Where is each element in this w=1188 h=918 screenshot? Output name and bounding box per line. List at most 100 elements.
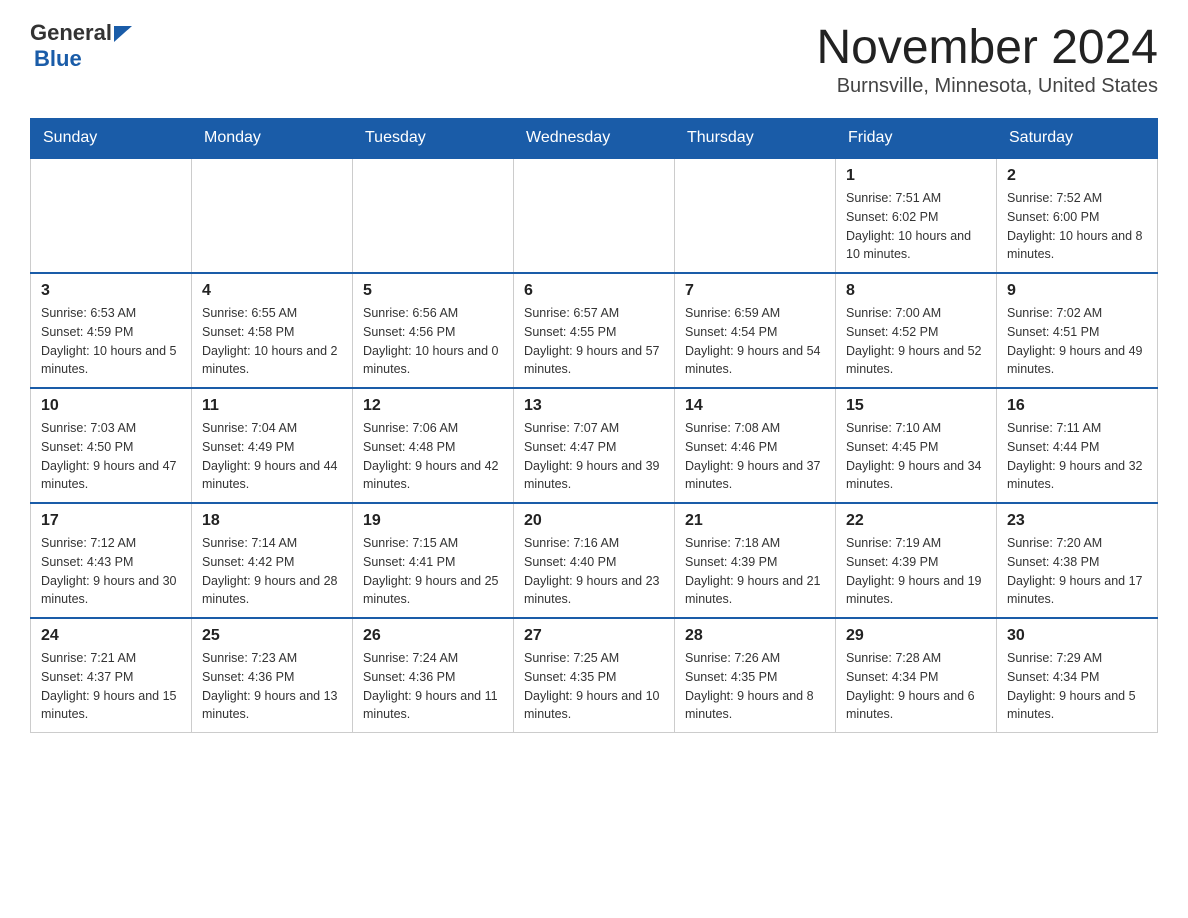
day-info: Sunrise: 6:57 AMSunset: 4:55 PMDaylight:… xyxy=(524,304,664,379)
calendar-day-cell: 16Sunrise: 7:11 AMSunset: 4:44 PMDayligh… xyxy=(997,388,1158,503)
day-info: Sunrise: 7:24 AMSunset: 4:36 PMDaylight:… xyxy=(363,649,503,724)
calendar-day-cell: 7Sunrise: 6:59 AMSunset: 4:54 PMDaylight… xyxy=(675,273,836,388)
calendar-day-cell: 11Sunrise: 7:04 AMSunset: 4:49 PMDayligh… xyxy=(192,388,353,503)
day-number: 29 xyxy=(846,627,986,645)
calendar-header-row: Sunday Monday Tuesday Wednesday Thursday… xyxy=(31,119,1158,159)
calendar-day-cell: 30 Sunrise: 7:29 AMSunset: 4:34 PMDayligh… xyxy=(997,618,1158,733)
calendar-day-cell: 22 Sunrise: 7:19 AMSunset: 4:39 PMDayligh… xyxy=(836,503,997,618)
day-info: Sunrise: 7:11 AMSunset: 4:44 PMDaylight:… xyxy=(1007,419,1147,494)
calendar-day-cell: 4Sunrise: 6:55 AMSunset: 4:58 PMDaylight… xyxy=(192,273,353,388)
calendar-day-cell: 20 Sunrise: 7:16 AMSunset: 4:40 PMDayligh… xyxy=(514,503,675,618)
header-monday: Monday xyxy=(192,119,353,159)
calendar-day-cell: 26 Sunrise: 7:24 AMSunset: 4:36 PMDayligh… xyxy=(353,618,514,733)
day-info: Sunrise: 7:29 AMSunset: 4:34 PMDaylight:… xyxy=(1007,649,1147,724)
day-number: 1 xyxy=(846,167,986,185)
calendar-day-cell: 19 Sunrise: 7:15 AMSunset: 4:41 PMDayligh… xyxy=(353,503,514,618)
day-number: 30 xyxy=(1007,627,1147,645)
header-thursday: Thursday xyxy=(675,119,836,159)
day-info: Sunrise: 7:25 AMSunset: 4:35 PMDaylight:… xyxy=(524,649,664,724)
day-number: 10 xyxy=(41,397,181,415)
calendar-week-row: 17Sunrise: 7:12 AMSunset: 4:43 PMDayligh… xyxy=(31,503,1158,618)
day-info: Sunrise: 7:03 AMSunset: 4:50 PMDaylight:… xyxy=(41,419,181,494)
day-info: Sunrise: 7:07 AMSunset: 4:47 PMDaylight:… xyxy=(524,419,664,494)
calendar-day-cell: 12 Sunrise: 7:06 AMSunset: 4:48 PMDayligh… xyxy=(353,388,514,503)
calendar-day-cell: 1 Sunrise: 7:51 AMSunset: 6:02 PMDaylight… xyxy=(836,158,997,273)
day-number: 18 xyxy=(202,512,342,530)
header-tuesday: Tuesday xyxy=(353,119,514,159)
calendar-week-row: 1 Sunrise: 7:51 AMSunset: 6:02 PMDaylight… xyxy=(31,158,1158,273)
day-info: Sunrise: 7:14 AMSunset: 4:42 PMDaylight:… xyxy=(202,534,342,609)
calendar-table: Sunday Monday Tuesday Wednesday Thursday… xyxy=(30,118,1158,733)
calendar-day-cell: 9 Sunrise: 7:02 AMSunset: 4:51 PMDaylight… xyxy=(997,273,1158,388)
logo: General Blue xyxy=(30,20,138,72)
day-info: Sunrise: 7:00 AMSunset: 4:52 PMDaylight:… xyxy=(846,304,986,379)
calendar-day-cell: 14Sunrise: 7:08 AMSunset: 4:46 PMDayligh… xyxy=(675,388,836,503)
calendar-day-cell: 27 Sunrise: 7:25 AMSunset: 4:35 PMDayligh… xyxy=(514,618,675,733)
calendar-day-cell: 29 Sunrise: 7:28 AMSunset: 4:34 PMDayligh… xyxy=(836,618,997,733)
day-info: Sunrise: 7:04 AMSunset: 4:49 PMDaylight:… xyxy=(202,419,342,494)
logo-general-text: General xyxy=(30,20,112,46)
day-number: 6 xyxy=(524,282,664,300)
calendar-day-cell xyxy=(514,158,675,273)
calendar-week-row: 24Sunrise: 7:21 AMSunset: 4:37 PMDayligh… xyxy=(31,618,1158,733)
day-info: Sunrise: 7:18 AMSunset: 4:39 PMDaylight:… xyxy=(685,534,825,609)
day-number: 20 xyxy=(524,512,664,530)
calendar-week-row: 10 Sunrise: 7:03 AMSunset: 4:50 PMDayligh… xyxy=(31,388,1158,503)
day-info: Sunrise: 7:15 AMSunset: 4:41 PMDaylight:… xyxy=(363,534,503,609)
day-info: Sunrise: 6:59 AMSunset: 4:54 PMDaylight:… xyxy=(685,304,825,379)
calendar-day-cell: 10 Sunrise: 7:03 AMSunset: 4:50 PMDayligh… xyxy=(31,388,192,503)
day-info: Sunrise: 7:06 AMSunset: 4:48 PMDaylight:… xyxy=(363,419,503,494)
logo-blue-text: Blue xyxy=(34,46,82,72)
calendar-day-cell xyxy=(192,158,353,273)
header-friday: Friday xyxy=(836,119,997,159)
day-info: Sunrise: 7:28 AMSunset: 4:34 PMDaylight:… xyxy=(846,649,986,724)
calendar-day-cell: 3 Sunrise: 6:53 AMSunset: 4:59 PMDaylight… xyxy=(31,273,192,388)
day-info: Sunrise: 7:12 AMSunset: 4:43 PMDaylight:… xyxy=(41,534,181,609)
calendar-day-cell: 25Sunrise: 7:23 AMSunset: 4:36 PMDayligh… xyxy=(192,618,353,733)
header-saturday: Saturday xyxy=(997,119,1158,159)
calendar-day-cell: 15Sunrise: 7:10 AMSunset: 4:45 PMDayligh… xyxy=(836,388,997,503)
day-info: Sunrise: 6:55 AMSunset: 4:58 PMDaylight:… xyxy=(202,304,342,379)
calendar-day-cell: 21 Sunrise: 7:18 AMSunset: 4:39 PMDayligh… xyxy=(675,503,836,618)
calendar-week-row: 3 Sunrise: 6:53 AMSunset: 4:59 PMDaylight… xyxy=(31,273,1158,388)
day-info: Sunrise: 7:26 AMSunset: 4:35 PMDaylight:… xyxy=(685,649,825,724)
day-info: Sunrise: 7:02 AMSunset: 4:51 PMDaylight:… xyxy=(1007,304,1147,379)
calendar-day-cell xyxy=(353,158,514,273)
page-header: General Blue November 2024 Burnsville, M… xyxy=(30,20,1158,98)
logo-triangle-icon xyxy=(114,20,138,44)
day-number: 15 xyxy=(846,397,986,415)
day-number: 5 xyxy=(363,282,503,300)
day-info: Sunrise: 7:19 AMSunset: 4:39 PMDaylight:… xyxy=(846,534,986,609)
day-info: Sunrise: 7:08 AMSunset: 4:46 PMDaylight:… xyxy=(685,419,825,494)
day-info: Sunrise: 7:16 AMSunset: 4:40 PMDaylight:… xyxy=(524,534,664,609)
calendar-day-cell: 6 Sunrise: 6:57 AMSunset: 4:55 PMDaylight… xyxy=(514,273,675,388)
main-title: November 2024 xyxy=(816,20,1158,75)
calendar-day-cell: 24Sunrise: 7:21 AMSunset: 4:37 PMDayligh… xyxy=(31,618,192,733)
title-block: November 2024 Burnsville, Minnesota, Uni… xyxy=(816,20,1158,98)
calendar-day-cell: 5 Sunrise: 6:56 AMSunset: 4:56 PMDaylight… xyxy=(353,273,514,388)
day-number: 9 xyxy=(1007,282,1147,300)
day-info: Sunrise: 7:52 AMSunset: 6:00 PMDaylight:… xyxy=(1007,189,1147,264)
calendar-day-cell: 23Sunrise: 7:20 AMSunset: 4:38 PMDayligh… xyxy=(997,503,1158,618)
day-info: Sunrise: 6:56 AMSunset: 4:56 PMDaylight:… xyxy=(363,304,503,379)
calendar-day-cell xyxy=(31,158,192,273)
day-number: 24 xyxy=(41,627,181,645)
day-number: 19 xyxy=(363,512,503,530)
day-number: 3 xyxy=(41,282,181,300)
day-number: 28 xyxy=(685,627,825,645)
day-number: 25 xyxy=(202,627,342,645)
day-number: 8 xyxy=(846,282,986,300)
day-info: Sunrise: 6:53 AMSunset: 4:59 PMDaylight:… xyxy=(41,304,181,379)
day-info: Sunrise: 7:51 AMSunset: 6:02 PMDaylight:… xyxy=(846,189,986,264)
day-number: 21 xyxy=(685,512,825,530)
calendar-day-cell: 8 Sunrise: 7:00 AMSunset: 4:52 PMDaylight… xyxy=(836,273,997,388)
calendar-day-cell: 2Sunrise: 7:52 AMSunset: 6:00 PMDaylight… xyxy=(997,158,1158,273)
header-sunday: Sunday xyxy=(31,119,192,159)
day-number: 12 xyxy=(363,397,503,415)
calendar-day-cell: 17Sunrise: 7:12 AMSunset: 4:43 PMDayligh… xyxy=(31,503,192,618)
day-number: 22 xyxy=(846,512,986,530)
header-wednesday: Wednesday xyxy=(514,119,675,159)
day-number: 27 xyxy=(524,627,664,645)
day-number: 26 xyxy=(363,627,503,645)
subtitle: Burnsville, Minnesota, United States xyxy=(816,75,1158,98)
